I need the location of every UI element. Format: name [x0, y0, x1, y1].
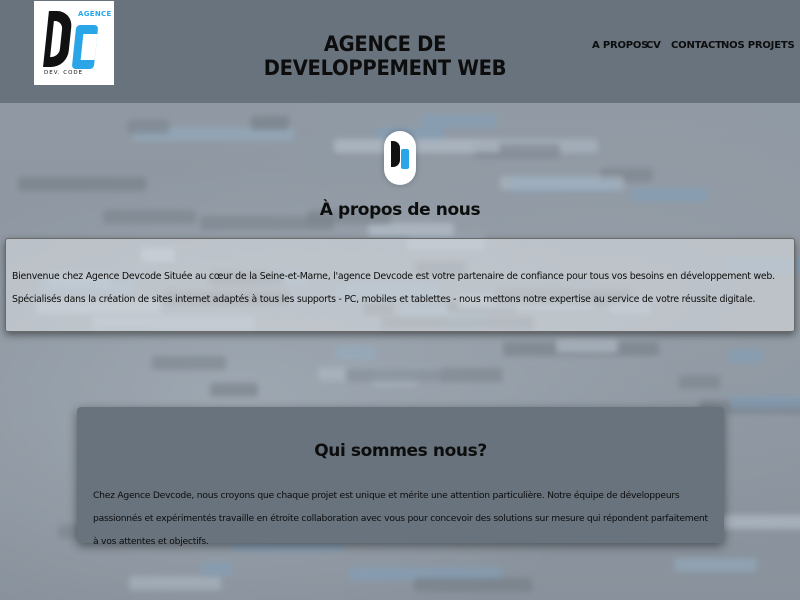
- who-text: Chez Agence Devcode, nous croyons que ch…: [93, 490, 708, 547]
- round-logo-d-icon: [391, 141, 400, 167]
- brand-logo[interactable]: AGENCE DEV. CODE: [34, 1, 114, 85]
- who-title: Qui sommes nous?: [314, 441, 487, 461]
- nav-link-contact[interactable]: CONTACT: [671, 40, 722, 51]
- nav-link-a-propos[interactable]: A PROPOS: [592, 40, 648, 51]
- logo-tagline: DEV. CODE: [44, 70, 84, 76]
- about-logo-icon: [384, 131, 416, 185]
- site-header: AGENCE DEV. CODE AGENCE DE DEVELOPPEMENT…: [0, 0, 800, 103]
- about-box: Bienvenue chez Agence Devcode Située au …: [5, 238, 795, 332]
- nav-link-cv[interactable]: CV: [646, 40, 661, 51]
- round-logo-c-icon: [401, 149, 409, 169]
- who-card: Qui sommes nous? Chez Agence Devcode, no…: [77, 407, 724, 547]
- site-title: AGENCE DE DEVELOPPEMENT WEB: [263, 32, 507, 80]
- nav-link-nos-projets[interactable]: NOS PROJETS: [721, 40, 795, 51]
- about-title: À propos de nous: [319, 200, 481, 220]
- logo-c-icon: [71, 25, 99, 69]
- about-text: Bienvenue chez Agence Devcode Située au …: [12, 271, 775, 305]
- logo-agence-text: AGENCE: [78, 10, 112, 18]
- logo-d-icon: [43, 11, 73, 67]
